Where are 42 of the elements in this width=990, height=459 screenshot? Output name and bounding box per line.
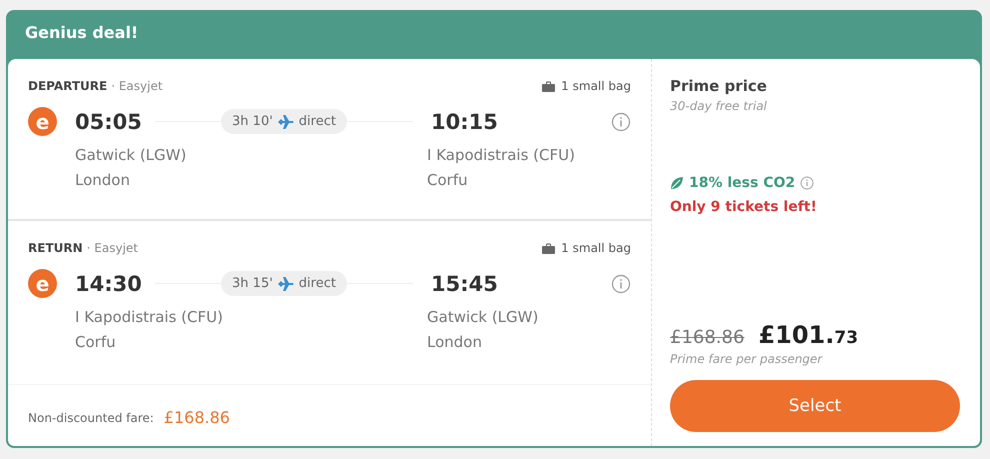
select-button[interactable]: Select [670, 380, 960, 432]
info-icon[interactable] [611, 112, 631, 132]
departure-time: 05:05 [75, 110, 143, 134]
destination-city: Corfu [427, 171, 469, 189]
price-title: Prime price [670, 77, 768, 95]
baggage-text: 1 small bag [561, 241, 631, 255]
availability-text: Only 9 tickets left! [670, 199, 818, 215]
baggage-text: 1 small bag [561, 79, 631, 93]
price-note: Prime fare per passenger [670, 352, 824, 366]
plane-icon [278, 114, 294, 128]
airline-name: · Easyjet [111, 79, 163, 93]
destination-airport: Gatwick (LGW) [427, 308, 540, 326]
airline-name: · Easyjet [86, 241, 138, 255]
price-cents: 73 [834, 328, 858, 348]
info-icon[interactable] [611, 274, 631, 294]
emissions-text: 18% less CO2 [689, 175, 796, 191]
leaf-icon [670, 176, 684, 190]
duration-pill: 3h 10' direct [221, 109, 347, 134]
origin-city: London [75, 171, 131, 189]
leg-label: DEPARTURE [28, 79, 108, 93]
deal-title: Genius deal! [24, 22, 140, 44]
bag-icon [542, 80, 556, 92]
bag-icon [542, 242, 556, 254]
arrival-time: 10:15 [431, 110, 499, 134]
trial-text: 30-day free trial [670, 99, 768, 113]
origin-city: Corfu [75, 333, 117, 351]
fare-amount: £168.86 [164, 408, 230, 427]
origin-airport: Gatwick (LGW) [75, 146, 188, 164]
origin-airport: I Kapodistrais (CFU) [75, 308, 224, 326]
old-price: £168.86 [670, 327, 744, 348]
destination-city: London [427, 333, 483, 351]
info-icon[interactable] [800, 176, 814, 190]
leg-label: RETURN [28, 241, 83, 255]
arrival-time: 15:45 [431, 272, 499, 296]
price-amount: £101. [758, 321, 834, 349]
destination-airport: I Kapodistrais (CFU) [427, 146, 576, 164]
airline-logo: e [28, 107, 57, 136]
fare-label: Non-discounted fare: [28, 410, 154, 424]
departure-time: 14:30 [75, 272, 143, 296]
airline-logo: e [28, 269, 57, 298]
duration-pill: 3h 15' direct [221, 271, 347, 296]
plane-icon [278, 276, 294, 290]
